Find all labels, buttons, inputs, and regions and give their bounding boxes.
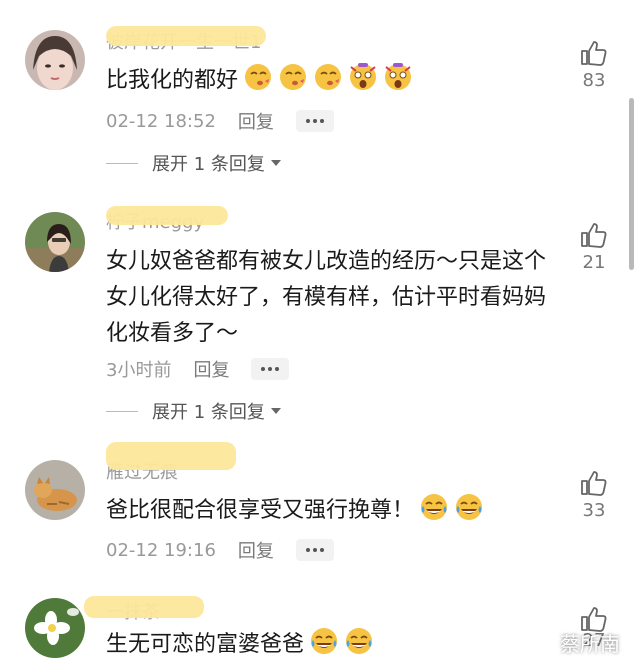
laugh-cry-face-icon: [421, 494, 448, 520]
comment-meta: 02-12 18:52 回复: [106, 108, 334, 134]
comment-meta: 02-12 19:16 回复: [106, 537, 334, 563]
comment-text: 爸比很配合很享受又强行挽尊！: [106, 492, 546, 529]
laugh-cry-face-icon: [456, 494, 483, 520]
comment-time: 02-12 19:16: [106, 539, 216, 561]
user-avatar[interactable]: [25, 30, 85, 90]
caret-down-icon: [270, 160, 281, 166]
caret-down-icon: [270, 408, 281, 414]
username-redaction: [106, 26, 266, 46]
thumbs-up-icon: [581, 41, 607, 66]
reply-button[interactable]: 回复: [238, 537, 274, 563]
username[interactable]: 一抹茶: [84, 596, 296, 626]
comment-text: 生无可恋的富婆爸爸: [106, 626, 546, 663]
user-avatar[interactable]: [25, 460, 85, 520]
like-count: 33: [582, 500, 606, 521]
expand-replies-button[interactable]: 展开 1 条回复: [106, 398, 281, 424]
more-button[interactable]: [295, 539, 334, 561]
username[interactable]: 柠子meggy: [106, 206, 296, 236]
like-button[interactable]: 33: [574, 470, 614, 521]
comment-meta: 3小时前 回复: [106, 356, 290, 382]
laugh-cry-face-icon: [346, 628, 373, 654]
expand-replies-button[interactable]: 展开 1 条回复: [106, 150, 281, 176]
more-button[interactable]: [295, 110, 334, 132]
thumbs-up-icon: [581, 223, 607, 248]
username-redaction: [106, 206, 228, 225]
reply-button[interactable]: 回复: [238, 108, 274, 134]
username[interactable]: 彼岸花开一生一世1: [106, 26, 296, 56]
username-redaction: [106, 442, 236, 470]
more-button[interactable]: [251, 358, 290, 380]
comment-time: 3小时前: [106, 360, 172, 381]
comment-text: 比我化的都好: [106, 62, 546, 99]
user-avatar[interactable]: [25, 212, 85, 272]
kiss-face-icon: [245, 64, 272, 90]
kiss-face-icon: [315, 64, 342, 90]
shock-face-icon: [350, 63, 377, 90]
divider-line: [106, 410, 138, 412]
scrollbar[interactable]: [629, 98, 634, 270]
laugh-cry-face-icon: [311, 628, 338, 654]
comment-time: 02-12 18:52: [106, 110, 216, 132]
comment-text: 女儿奴爸爸都有被女儿改造的经历～只是这个女儿化得太好了，有模有样，估计平时看妈妈…: [106, 249, 547, 346]
like-button[interactable]: 83: [574, 40, 614, 91]
user-avatar[interactable]: [25, 598, 85, 658]
like-count: 21: [582, 252, 606, 273]
thumbs-up-icon: [581, 471, 607, 496]
username-redaction: [84, 596, 204, 618]
like-button[interactable]: 21: [574, 222, 614, 273]
reply-button[interactable]: 回复: [193, 356, 229, 382]
watermark: 蔡所南: [560, 632, 620, 656]
shock-face-icon: [385, 63, 412, 90]
divider-line: [106, 162, 138, 164]
like-count: 83: [582, 70, 606, 91]
kiss-face-icon: [280, 64, 307, 90]
username[interactable]: 雁过无痕: [106, 442, 296, 486]
